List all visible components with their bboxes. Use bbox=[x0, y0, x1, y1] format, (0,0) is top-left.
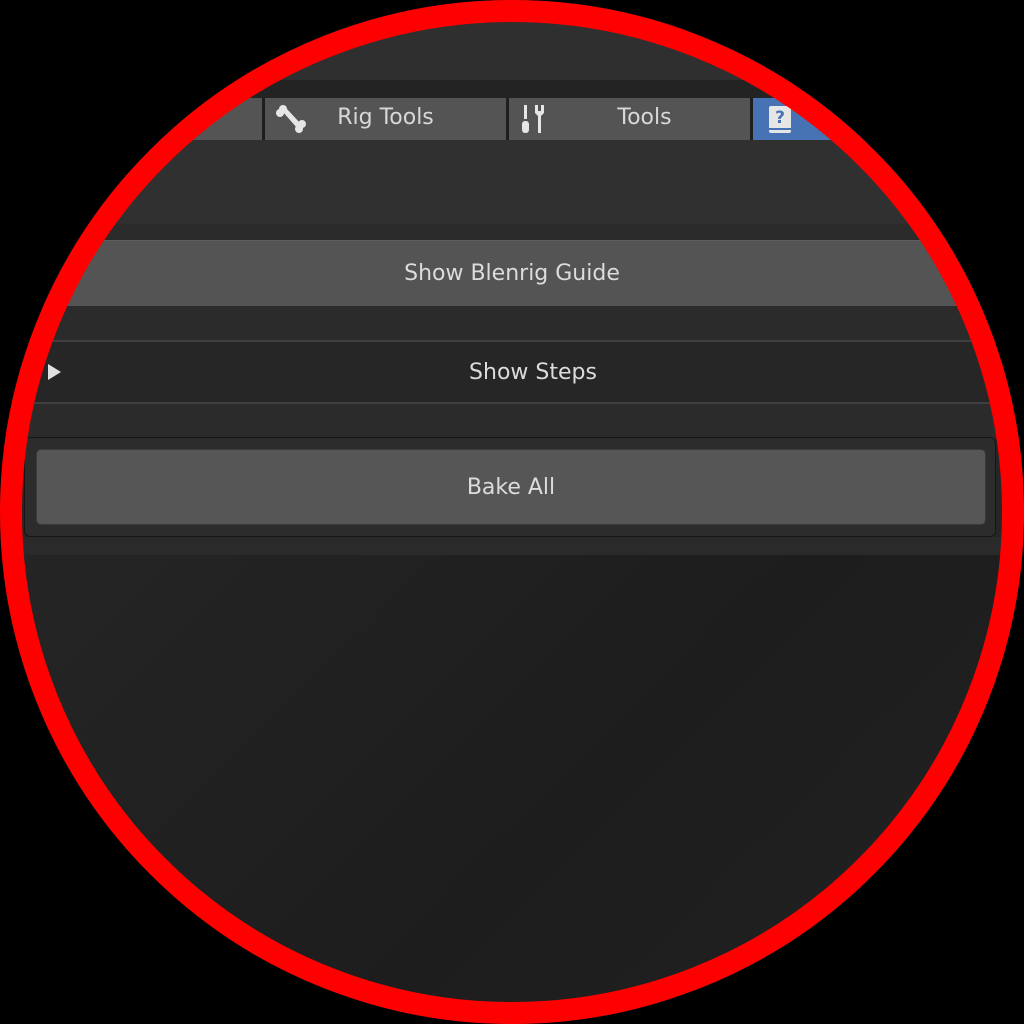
zoom-stage: Rig Tools Tools ? ons Show Blenrig Guide… bbox=[0, 0, 1024, 1024]
panel-title: ons bbox=[86, 187, 125, 212]
tab-help[interactable]: ? bbox=[753, 98, 1024, 140]
show-steps-toggle[interactable]: Show Steps bbox=[0, 340, 1024, 404]
show-steps-label: Show Steps bbox=[469, 360, 597, 385]
tab-tools[interactable]: Tools bbox=[509, 98, 750, 140]
panel-header[interactable] bbox=[0, 140, 1024, 224]
tab-rig-tools-label: Rig Tools bbox=[337, 105, 434, 130]
show-blenrig-guide-button[interactable]: Show Blenrig Guide bbox=[0, 240, 1024, 306]
svg-text:?: ? bbox=[775, 108, 785, 128]
empty-region bbox=[0, 555, 1024, 1024]
sidebar-tabs: Rig Tools Tools ? bbox=[0, 98, 1024, 140]
panel-spacer bbox=[0, 306, 1024, 340]
zoom-lens: Rig Tools Tools ? ons Show Blenrig Guide… bbox=[0, 0, 1024, 1024]
editor-header bbox=[0, 0, 1024, 80]
header-divider bbox=[0, 80, 1024, 98]
tab-tools-label: Tools bbox=[617, 105, 672, 130]
panel-spacer bbox=[0, 224, 1024, 240]
panel-spacer bbox=[0, 537, 1024, 555]
panel-spacer bbox=[0, 404, 1024, 438]
help-book-icon: ? bbox=[763, 103, 795, 135]
bake-all-button[interactable]: Bake All bbox=[36, 449, 986, 525]
tab-hidden[interactable] bbox=[0, 98, 262, 140]
tab-rig-tools[interactable]: Rig Tools bbox=[265, 98, 506, 140]
